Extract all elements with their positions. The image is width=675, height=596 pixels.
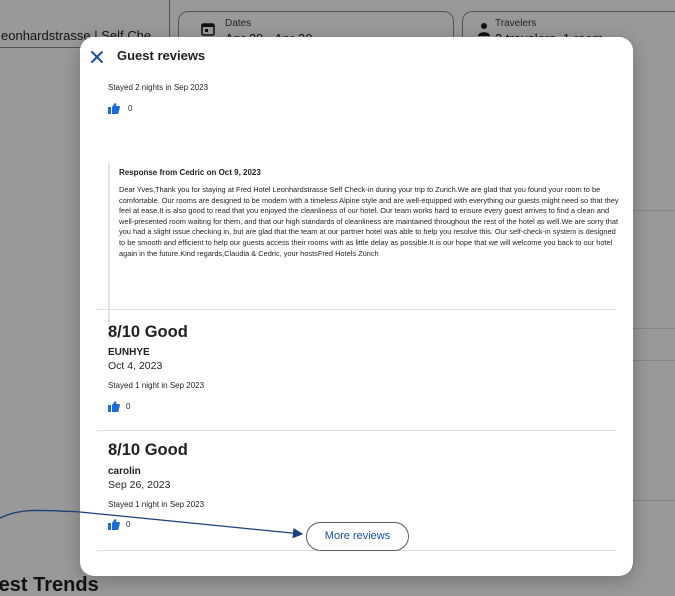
review-rating: 8/10 Good [108, 441, 188, 459]
more-reviews-button[interactable]: More reviews [306, 522, 409, 551]
review-date: Sep 26, 2023 [108, 479, 171, 491]
response-title: Response from Cedric on Oct 9, 2023 [119, 168, 261, 177]
review-date: Oct 4, 2023 [108, 360, 163, 372]
close-icon[interactable] [88, 48, 106, 66]
helpful-count: 0 [126, 520, 131, 529]
helpful-count: 0 [128, 104, 133, 113]
review-rating: 8/10 Good [108, 323, 188, 341]
thumbs-up-icon[interactable] [108, 401, 120, 412]
reviews-list[interactable]: Stayed 2 nights in Sep 2023 0 Response f… [80, 77, 633, 576]
thumbs-up-icon[interactable] [108, 103, 120, 114]
stay-info: Stayed 2 nights in Sep 2023 [108, 83, 209, 92]
review-divider [97, 309, 616, 310]
stay-info: Stayed 1 night in Sep 2023 [108, 500, 205, 509]
modal-title: Guest reviews [117, 48, 206, 63]
guest-reviews-modal: Guest reviews Stayed 2 nights in Sep 202… [80, 37, 633, 576]
review-author: carolin [108, 466, 141, 477]
modal-header: Guest reviews [80, 37, 633, 77]
review-author: EUNHYE [108, 347, 150, 358]
host-response: Response from Cedric on Oct 9, 2023 Dear… [108, 163, 619, 339]
stay-info: Stayed 1 night in Sep 2023 [108, 381, 205, 390]
helpful-count: 0 [126, 402, 131, 411]
thumbs-up-icon[interactable] [108, 519, 120, 530]
review-divider [97, 430, 616, 431]
response-text: Dear Yves,Thank you for staying at Fred … [119, 185, 619, 258]
